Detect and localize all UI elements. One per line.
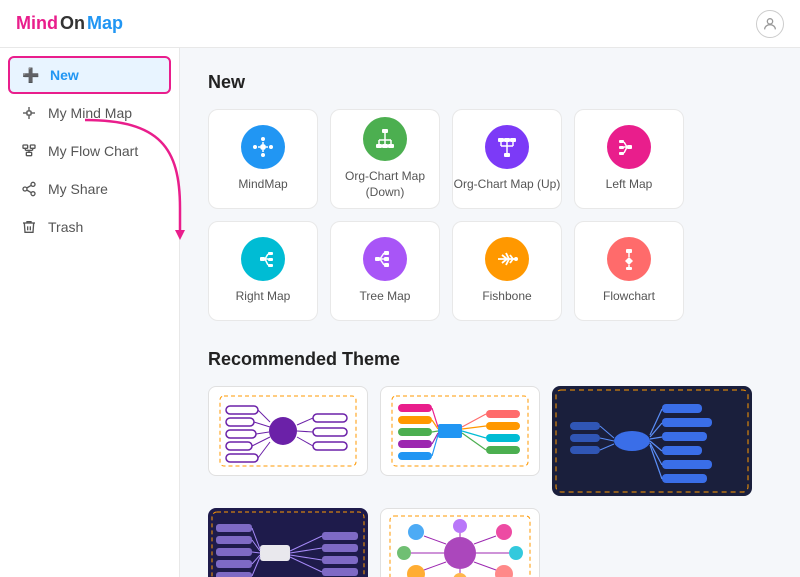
logo-map: Map — [87, 13, 123, 34]
flowchart-icon-circle — [607, 237, 651, 281]
plus-icon: ➕ — [22, 66, 40, 84]
layout: ➕ New My Mind Map My Flow Chart My Share — [0, 48, 800, 577]
theme-card-2[interactable] — [380, 386, 540, 476]
sidebar-label-my-flow-chart: My Flow Chart — [48, 143, 138, 159]
sidebar-item-trash[interactable]: Trash — [0, 208, 179, 246]
header: MindOnMap — [0, 0, 800, 48]
sidebar-label-trash: Trash — [48, 219, 83, 235]
theme-card-5[interactable] — [380, 508, 540, 577]
mindmap-label: MindMap — [238, 177, 287, 193]
main-content: New MindMap Org-Chart Map(Down) — [180, 48, 800, 577]
left-map-label: Left Map — [606, 177, 653, 193]
logo-mind: Mind — [16, 13, 58, 34]
right-map-label: Right Map — [236, 289, 291, 305]
org-chart-down-icon-circle — [363, 117, 407, 161]
org-chart-up-icon-circle — [485, 125, 529, 169]
theme-3-preview — [554, 388, 750, 494]
map-card-fishbone[interactable]: Fishbone — [452, 221, 562, 321]
map-card-right-map[interactable]: Right Map — [208, 221, 318, 321]
theme-2-preview — [390, 394, 530, 468]
mindmap-icon — [20, 104, 38, 122]
tree-map-icon-circle — [363, 237, 407, 281]
share-icon — [20, 180, 38, 198]
sidebar: ➕ New My Mind Map My Flow Chart My Share — [0, 48, 180, 577]
sidebar-label-new: New — [50, 67, 79, 83]
org-chart-up-label: Org-Chart Map (Up) — [454, 177, 561, 193]
map-card-org-chart-up[interactable]: Org-Chart Map (Up) — [452, 109, 562, 209]
theme-card-4[interactable] — [208, 508, 368, 577]
theme-4-preview — [210, 510, 366, 577]
sidebar-item-my-share[interactable]: My Share — [0, 170, 179, 208]
org-chart-down-label: Org-Chart Map(Down) — [345, 169, 425, 200]
fishbone-label: Fishbone — [482, 289, 531, 305]
map-card-org-chart-down[interactable]: Org-Chart Map(Down) — [330, 109, 440, 209]
logo: MindOnMap — [16, 13, 123, 34]
sidebar-item-new[interactable]: ➕ New — [8, 56, 171, 94]
sidebar-label-my-mind-map: My Mind Map — [48, 105, 132, 121]
theme-grid — [208, 386, 772, 577]
theme-card-1[interactable] — [208, 386, 368, 476]
fishbone-icon-circle — [485, 237, 529, 281]
mindmap-icon-circle — [241, 125, 285, 169]
map-type-grid: MindMap Org-Chart Map(Down) Org-Chart Ma… — [208, 109, 772, 321]
left-map-icon-circle — [607, 125, 651, 169]
flowchart-icon — [20, 142, 38, 160]
map-card-flowchart[interactable]: Flowchart — [574, 221, 684, 321]
flowchart-label: Flowchart — [603, 289, 655, 305]
user-avatar[interactable] — [756, 10, 784, 38]
map-card-left-map[interactable]: Left Map — [574, 109, 684, 209]
new-section-title: New — [208, 72, 772, 93]
sidebar-item-my-mind-map[interactable]: My Mind Map — [0, 94, 179, 132]
theme-5-preview — [388, 514, 532, 577]
theme-card-3[interactable] — [552, 386, 752, 496]
right-map-icon-circle — [241, 237, 285, 281]
tree-map-label: Tree Map — [360, 289, 411, 305]
map-card-mindmap[interactable]: MindMap — [208, 109, 318, 209]
sidebar-label-my-share: My Share — [48, 181, 108, 197]
recommended-theme-title: Recommended Theme — [208, 349, 772, 370]
theme-1-preview — [218, 394, 358, 468]
sidebar-item-my-flow-chart[interactable]: My Flow Chart — [0, 132, 179, 170]
logo-on: On — [60, 13, 85, 34]
map-card-tree-map[interactable]: Tree Map — [330, 221, 440, 321]
trash-icon — [20, 218, 38, 236]
